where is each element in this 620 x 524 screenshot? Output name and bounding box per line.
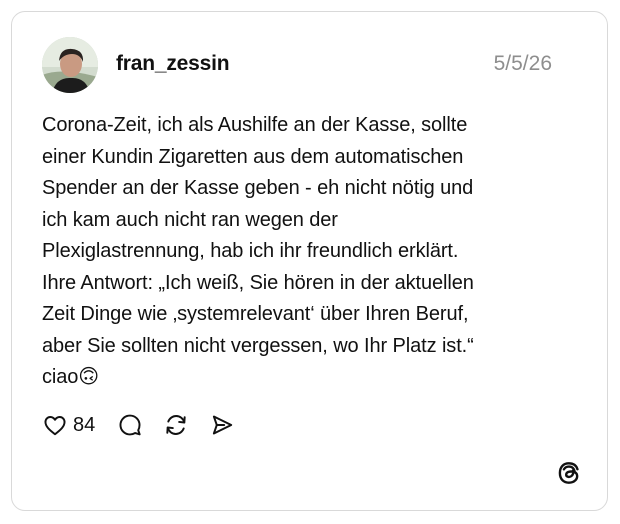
username[interactable]: fran_zessin — [116, 51, 230, 77]
repost-button[interactable] — [163, 412, 189, 438]
share-icon — [213, 415, 233, 435]
repost-icon — [166, 415, 186, 435]
share-button[interactable] — [209, 412, 235, 438]
like-count: 84 — [73, 414, 96, 436]
post-text: Corona-Zeit, ich als Aushilfe an der Kas… — [42, 114, 474, 388]
post-card: fran_zessin 5/5/26 Corona-Zeit, ich als … — [11, 11, 608, 511]
post-date: 5/5/26 — [493, 52, 552, 75]
avatar[interactable] — [42, 37, 98, 93]
comment-icon — [119, 414, 141, 436]
threads-logo-icon[interactable] — [556, 460, 582, 486]
threads-logo-glyph — [558, 462, 579, 484]
heart-icon — [44, 416, 66, 436]
avatar-image — [42, 37, 98, 93]
like-button[interactable]: 84 — [42, 412, 117, 438]
comment-button[interactable] — [117, 412, 143, 438]
post-actions: 84 — [42, 410, 235, 440]
